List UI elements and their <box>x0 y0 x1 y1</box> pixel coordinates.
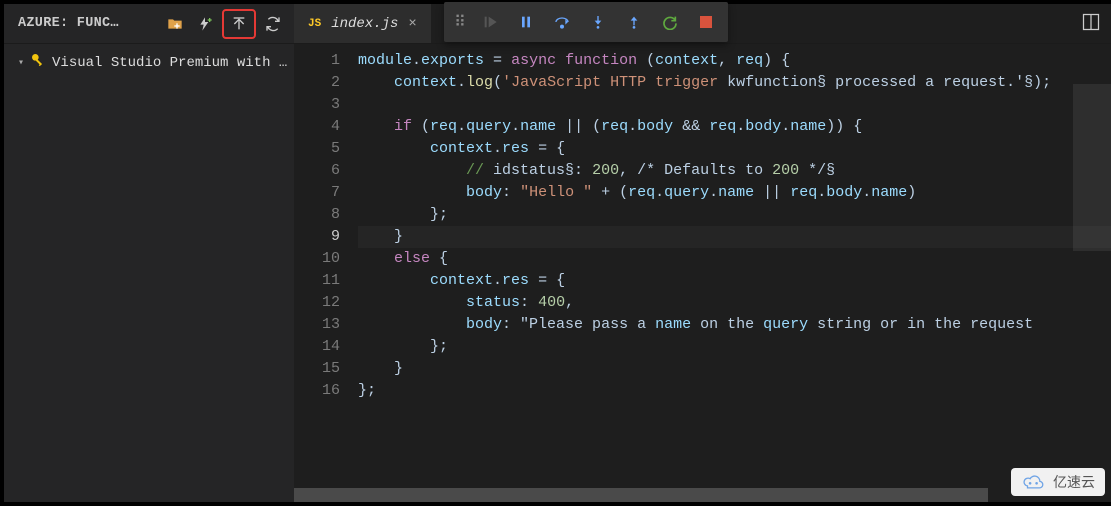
subscription-tree: ▾ Visual Studio Premium with … <box>4 44 294 81</box>
line-number: 12 <box>294 292 340 314</box>
tab-filename: index.js <box>331 16 398 32</box>
line-number: 2 <box>294 72 340 94</box>
tab-bar-area: ⠿ <box>431 4 1111 43</box>
code-content[interactable]: module.exports = async function (context… <box>358 44 1111 502</box>
code-line[interactable]: }; <box>358 204 1111 226</box>
line-number: 10 <box>294 248 340 270</box>
pause-icon[interactable] <box>510 6 542 38</box>
code-line[interactable]: status: 400, <box>358 292 1111 314</box>
sidebar-header: AZURE: FUNC… <box>4 4 294 44</box>
close-icon[interactable]: × <box>408 16 416 32</box>
code-line[interactable]: body: "Please pass a name on the query s… <box>358 314 1111 336</box>
sidebar: AZURE: FUNC… ▾ Visual Studio Premium wit… <box>4 4 294 502</box>
editor-body[interactable]: 12345678910111213141516 module.exports =… <box>294 44 1111 502</box>
grip-icon[interactable]: ⠿ <box>450 12 470 32</box>
code-line[interactable]: body: "Hello " + (req.query.name || req.… <box>358 182 1111 204</box>
editor-area: JS index.js × ⠿ <box>294 4 1111 502</box>
minimap[interactable] <box>1073 84 1111 502</box>
watermark-text: 亿速云 <box>1053 472 1095 492</box>
watermark: 亿速云 <box>1011 468 1105 496</box>
js-file-icon: JS <box>308 18 321 30</box>
bolt-plus-icon[interactable] <box>192 11 218 37</box>
sidebar-title: AZURE: FUNC… <box>18 16 158 31</box>
continue-icon[interactable] <box>474 6 506 38</box>
code-line[interactable]: } <box>358 226 1111 248</box>
code-line[interactable]: context.res = { <box>358 270 1111 292</box>
restart-icon[interactable] <box>654 6 686 38</box>
line-number: 5 <box>294 138 340 160</box>
stop-icon[interactable] <box>690 6 722 38</box>
code-line[interactable]: context.log('JavaScript HTTP trigger kwf… <box>358 72 1111 94</box>
code-line[interactable]: }; <box>358 336 1111 358</box>
line-number: 16 <box>294 380 340 402</box>
code-line[interactable]: } <box>358 358 1111 380</box>
line-number: 6 <box>294 160 340 182</box>
refresh-icon[interactable] <box>260 11 286 37</box>
tab-bar: JS index.js × ⠿ <box>294 4 1111 44</box>
step-out-icon[interactable] <box>618 6 650 38</box>
tab-index-js[interactable]: JS index.js × <box>294 4 431 43</box>
key-icon <box>30 52 46 73</box>
split-editor-icon[interactable] <box>1081 12 1101 37</box>
scrollbar-thumb[interactable] <box>294 488 988 502</box>
upload-icon[interactable] <box>222 9 256 39</box>
code-line[interactable]: }; <box>358 380 1111 402</box>
line-number: 8 <box>294 204 340 226</box>
code-line[interactable]: else { <box>358 248 1111 270</box>
line-number: 15 <box>294 358 340 380</box>
folder-plus-icon[interactable] <box>162 11 188 37</box>
step-over-icon[interactable] <box>546 6 578 38</box>
line-number: 14 <box>294 336 340 358</box>
line-number: 3 <box>294 94 340 116</box>
code-line[interactable] <box>358 94 1111 116</box>
line-number: 13 <box>294 314 340 336</box>
line-number: 4 <box>294 116 340 138</box>
tree-item-label: Visual Studio Premium with … <box>52 55 287 71</box>
line-number: 1 <box>294 50 340 72</box>
code-line[interactable]: // idstatus§: 200, /* Defaults to 200 */… <box>358 160 1111 182</box>
chevron-down-icon: ▾ <box>18 57 24 69</box>
code-line[interactable]: module.exports = async function (context… <box>358 50 1111 72</box>
debug-toolbar[interactable]: ⠿ <box>444 2 728 42</box>
line-numbers: 12345678910111213141516 <box>294 44 358 502</box>
code-line[interactable]: context.res = { <box>358 138 1111 160</box>
tree-item-subscription[interactable]: ▾ Visual Studio Premium with … <box>4 50 294 75</box>
line-number: 9 <box>294 226 340 248</box>
line-number: 11 <box>294 270 340 292</box>
code-line[interactable]: if (req.query.name || (req.body && req.b… <box>358 116 1111 138</box>
horizontal-scrollbar[interactable] <box>294 488 1111 502</box>
step-into-icon[interactable] <box>582 6 614 38</box>
line-number: 7 <box>294 182 340 204</box>
